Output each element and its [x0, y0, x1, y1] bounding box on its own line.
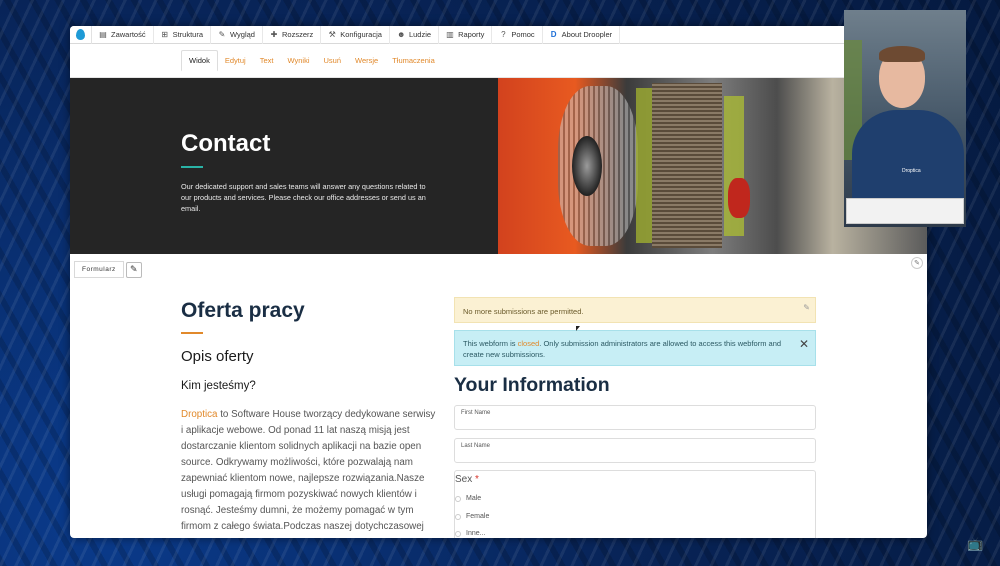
sex-fieldset: Sex * Male Female Inne...	[454, 470, 816, 538]
tab-revisions[interactable]: Wersje	[348, 51, 385, 70]
drupal-logo-icon[interactable]	[70, 26, 92, 44]
toolbar-item-help[interactable]: ? Pomoc	[492, 26, 543, 44]
toolbar-item-extend[interactable]: ✚ Rozszerz	[263, 26, 322, 44]
job-divider	[181, 332, 203, 334]
sitemap-icon: ⊞	[161, 30, 168, 39]
hero-description: Our dedicated support and sales teams wi…	[181, 182, 426, 213]
engine-red-part	[728, 178, 750, 218]
main-content: Oferta pracy Opis oferty Kim jesteśmy? D…	[70, 281, 927, 538]
toolbar-item-people[interactable]: ☻ Ludzie	[390, 26, 440, 44]
engine-spinner-shape	[572, 136, 602, 196]
admin-toolbar: ▤ Zawartość ⊞ Struktura ✎ Wygląd ✚ Rozsz…	[70, 26, 927, 44]
puzzle-icon: ✚	[270, 30, 278, 39]
info-message: This webform is closed. Only submission …	[454, 330, 816, 366]
contact-hero: Contact Our dedicated support and sales …	[70, 78, 927, 254]
engine-ring-shape	[636, 88, 652, 243]
hero-text-panel: Contact Our dedicated support and sales …	[70, 78, 498, 254]
pencil-icon[interactable]: ✎	[803, 303, 810, 312]
toolbar-item-about-droopler[interactable]: D About Droopler	[543, 26, 621, 44]
pencil-icon[interactable]: ✎	[125, 261, 142, 278]
droopler-icon: D	[550, 30, 557, 39]
tab-text[interactable]: Text	[253, 51, 281, 70]
toolbar-item-content[interactable]: ▤ Zawartość	[92, 26, 154, 44]
tab-view[interactable]: Widok	[181, 49, 218, 72]
bar-chart-icon: ▥	[446, 30, 454, 39]
job-who-heading: Kim jesteśmy?	[181, 380, 256, 392]
people-icon: ☻	[396, 30, 406, 39]
mouse-cursor-icon	[576, 326, 580, 331]
help-icon: ?	[501, 30, 506, 39]
block-label: Formularz ✎	[74, 261, 142, 278]
laptop-shape	[846, 198, 964, 224]
close-icon[interactable]: ✕	[799, 338, 809, 350]
radio-male[interactable]: Male	[455, 495, 481, 502]
last-name-field[interactable]: Last Name	[454, 438, 816, 463]
tab-edit[interactable]: Edytuj	[218, 51, 253, 70]
block-label-text: Formularz	[74, 261, 124, 278]
toolbar-item-structure[interactable]: ⊞ Struktura	[154, 26, 212, 44]
presenter-hair	[879, 46, 925, 62]
brush-icon: ✎	[218, 30, 226, 39]
contextual-edit-icon[interactable]: ✎	[911, 257, 923, 269]
required-marker: *	[475, 474, 479, 485]
radio-circle-icon	[455, 495, 461, 502]
job-title: Oferta pracy	[181, 299, 305, 322]
sex-legend: Sex *	[455, 474, 479, 485]
radio-circle-icon	[455, 530, 461, 537]
tab-delete[interactable]: Usuń	[317, 51, 349, 70]
shirt-logo: Droptica	[902, 168, 921, 174]
radio-female[interactable]: Female	[455, 513, 489, 520]
wrench-icon: ⚒	[328, 30, 336, 39]
warning-message: No more submissions are permitted. ✎	[454, 297, 816, 323]
engine-mesh-shape	[652, 83, 722, 248]
radio-other[interactable]: Inne...	[455, 530, 485, 537]
first-name-label: First Name	[461, 410, 491, 416]
document-icon: ▤	[99, 30, 107, 39]
toolbar-item-reports[interactable]: ▥ Raporty	[439, 26, 493, 44]
toolbar-item-configuration[interactable]: ⚒ Konfiguracja	[321, 26, 390, 44]
hero-divider	[181, 166, 203, 168]
job-subtitle: Opis oferty	[181, 348, 254, 365]
last-name-label: Last Name	[461, 443, 491, 449]
job-description: Droptica to Software House tworzący dedy…	[181, 409, 436, 532]
first-name-field[interactable]: First Name	[454, 405, 816, 430]
toolbar-item-appearance[interactable]: ✎ Wygląd	[211, 26, 263, 44]
form-title: Your Information	[454, 374, 610, 396]
tab-results[interactable]: Wyniki	[280, 51, 316, 70]
browser-viewport: ▤ Zawartość ⊞ Struktura ✎ Wygląd ✚ Rozsz…	[70, 26, 927, 538]
closed-link[interactable]: closed	[518, 339, 540, 348]
hero-title: Contact	[181, 130, 271, 157]
droptica-link[interactable]: Droptica	[181, 409, 217, 420]
tab-translations[interactable]: Tłumaczenia	[385, 51, 442, 70]
local-tabs: Widok Edytuj Text Wyniki Usuń Wersje Tłu…	[70, 44, 927, 78]
radio-circle-icon	[455, 513, 461, 520]
webcam-overlay: Droptica	[844, 10, 966, 227]
tv-icon: 📺	[967, 536, 984, 551]
